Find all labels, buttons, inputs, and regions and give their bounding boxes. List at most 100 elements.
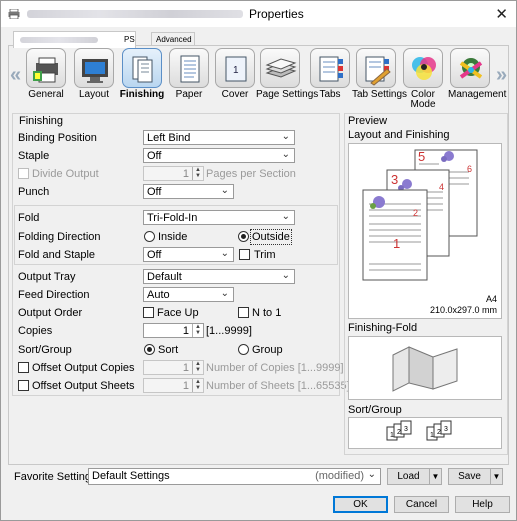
tab-ps-label: PS	[124, 35, 135, 44]
offset-copies-hint: Number of Copies [1...9999]	[206, 362, 344, 374]
chevron-down-icon: ⌄	[281, 270, 290, 281]
general-icon	[26, 48, 66, 88]
function-cover[interactable]: 1 Cover	[211, 48, 259, 100]
copies-range: [1...9999]	[206, 325, 252, 337]
sort-page-number: 3	[444, 426, 448, 433]
function-tabs[interactable]: Tabs	[306, 48, 354, 100]
spin-arrows-icon: ▲ ▼	[192, 361, 203, 374]
spin-arrows-icon: ▲ ▼	[192, 379, 203, 392]
favorite-setting-select[interactable]: Default Settings (modified) ⌄	[88, 468, 381, 485]
folding-inside-radio[interactable]	[144, 231, 155, 242]
punch-select[interactable]: Off ⌄	[143, 184, 234, 199]
divide-output-value: 1	[182, 168, 189, 180]
paper-size: A4	[485, 294, 497, 304]
scroll-left-icon[interactable]: «	[10, 64, 21, 87]
page-number: 3	[391, 172, 398, 187]
function-icon-bar: « General Layout Finishing Paper 1 Cover	[10, 46, 510, 110]
staple-value: Off	[147, 150, 162, 162]
copies-stepper[interactable]: 1 ▲ ▼	[143, 323, 204, 338]
save-button[interactable]: Save ▼	[448, 468, 503, 485]
scroll-right-icon[interactable]: »	[496, 64, 507, 87]
face-up-checkbox[interactable]	[143, 307, 154, 318]
tabs-icon	[310, 48, 350, 88]
printer-icon	[8, 9, 20, 19]
spin-arrows-icon: ▲ ▼	[192, 167, 203, 180]
fold-and-staple-value: Off	[147, 249, 162, 261]
finishing-caption: Finishing	[18, 115, 65, 127]
tab-printer-ps[interactable]	[13, 31, 136, 48]
spin-arrows-icon: ▲ ▼	[192, 324, 203, 337]
divide-output-stepper[interactable]: 1 ▲ ▼	[143, 166, 204, 181]
function-layout[interactable]: Layout	[70, 48, 118, 100]
tab-strip: PS Advanced	[1, 27, 516, 48]
output-tray-label: Output Tray	[18, 271, 76, 283]
ok-button[interactable]: OK	[333, 496, 388, 513]
layout-preview: 5 6 3 4 1 2 A4 210.0x297.0 mm	[348, 143, 502, 319]
layout-icon	[74, 48, 114, 88]
output-tray-value: Default	[147, 271, 182, 283]
cancel-button[interactable]: Cancel	[394, 496, 449, 513]
function-page-settings[interactable]: Page Settings	[256, 48, 318, 100]
copies-value: 1	[182, 325, 189, 337]
function-label: Tab Settings	[352, 89, 408, 100]
load-button[interactable]: Load ▼	[387, 468, 442, 485]
punch-label: Punch	[18, 186, 50, 198]
function-finishing[interactable]: Finishing	[118, 48, 166, 100]
function-label: General	[28, 89, 64, 100]
function-paper[interactable]: Paper	[165, 48, 213, 100]
help-button[interactable]: Help	[455, 496, 510, 513]
finishing-icon	[122, 48, 162, 88]
favorite-setting-label: Favorite Setting	[14, 471, 92, 483]
punch-value: Off	[147, 186, 162, 198]
function-tab-settings[interactable]: Tab Settings	[352, 48, 408, 100]
offset-output-copies-checkbox[interactable]	[18, 362, 29, 373]
fold-and-staple-select[interactable]: Off ⌄	[143, 247, 234, 262]
function-label: Management	[448, 89, 507, 100]
function-general[interactable]: General	[22, 48, 70, 100]
dropdown-arrow-icon[interactable]: ▼	[490, 469, 502, 484]
sort-page-number: 1	[430, 432, 434, 439]
chevron-down-icon: ⌄	[281, 149, 290, 160]
output-tray-select[interactable]: Default ⌄	[143, 269, 295, 284]
n-to-1-checkbox[interactable]	[238, 307, 249, 318]
sort-page-number: 1	[390, 432, 394, 439]
fold-select[interactable]: Tri-Fold-In ⌄	[143, 210, 295, 225]
chevron-down-icon: ⌄	[220, 185, 229, 196]
sort-label: Sort	[158, 344, 179, 356]
trim-checkbox[interactable]	[239, 249, 250, 260]
chevron-down-icon: ⌄	[220, 288, 229, 299]
binding-position-select[interactable]: Left Bind ⌄	[143, 130, 295, 145]
chevron-down-icon: ⌄	[220, 248, 229, 259]
sort-stacks-icon: 1 2 3 1 2 3	[386, 420, 452, 441]
staple-label: Staple	[18, 150, 50, 162]
divide-output-checkbox[interactable]	[18, 168, 29, 179]
offset-sheets-stepper[interactable]: 1 ▲ ▼	[143, 378, 204, 393]
feed-direction-select[interactable]: Auto ⌄	[143, 287, 234, 302]
sort-preview: 1 2 3 1 2 3	[348, 417, 502, 449]
divide-output-label: Divide Output	[32, 168, 99, 180]
function-color-mode[interactable]: Color Mode	[399, 48, 447, 110]
folded-pages-preview-icon: 5 6 3 4 1 2	[362, 149, 478, 281]
function-management[interactable]: Management	[446, 48, 507, 100]
staple-select[interactable]: Off ⌄	[143, 148, 295, 163]
page-number: 5	[418, 149, 425, 164]
group-label: Group	[252, 344, 283, 356]
page-number: 1	[393, 236, 400, 251]
offset-output-sheets-checkbox[interactable]	[18, 380, 29, 391]
favorite-value: Default Settings	[92, 470, 170, 482]
chevron-down-icon: ⌄	[367, 469, 376, 480]
page-number: 6	[467, 164, 472, 174]
function-label: Finishing	[119, 89, 165, 100]
tab-settings-icon	[356, 48, 396, 88]
group-radio[interactable]	[238, 344, 249, 355]
close-icon[interactable]: ✕	[495, 5, 508, 23]
dropdown-arrow-icon[interactable]: ▼	[429, 469, 441, 484]
sort-radio[interactable]	[144, 344, 155, 355]
chevron-down-icon: ⌄	[281, 131, 290, 142]
folding-outside-radio[interactable]	[238, 231, 249, 242]
sort-group-preview-label: Sort/Group	[348, 404, 402, 416]
modified-indicator: (modified)	[315, 470, 364, 482]
paper-icon	[169, 48, 209, 88]
offset-output-sheets-label: Offset Output Sheets	[32, 380, 135, 392]
offset-copies-stepper[interactable]: 1 ▲ ▼	[143, 360, 204, 375]
